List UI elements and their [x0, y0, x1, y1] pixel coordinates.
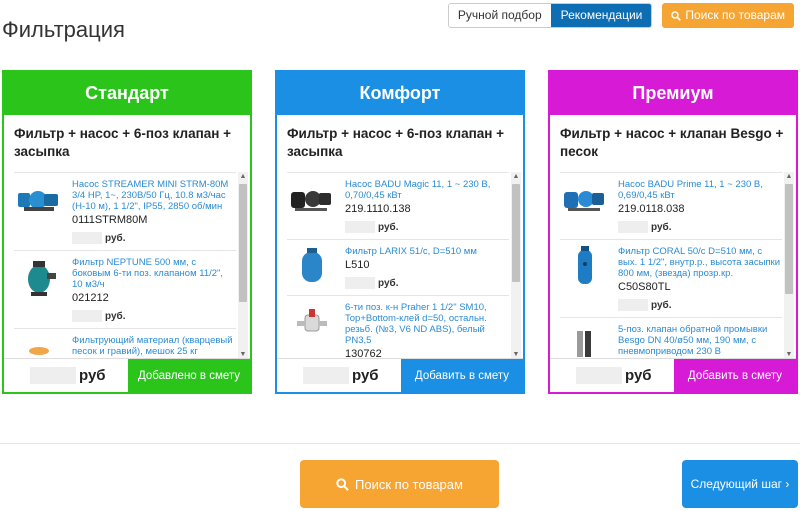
- item-name-link[interactable]: Насос STREAMER MINI STRM-80M 3/4 HP, 1~,…: [72, 179, 236, 212]
- items-scrollbar[interactable]: ▲ ▼: [238, 172, 248, 360]
- list-item: Фильтр NEPTUNE 500 мм, с боковым 6-ти по…: [14, 250, 236, 328]
- package-card-premium: Премиум Фильтр + насос + клапан Besgo + …: [548, 70, 798, 394]
- price-placeholder: [72, 310, 102, 322]
- item-name-link[interactable]: Фильтр NEPTUNE 500 мм, с боковым 6-ти по…: [72, 257, 236, 290]
- price-placeholder: [72, 232, 102, 244]
- item-code: 0111STRM80M: [72, 214, 148, 226]
- item-name-link[interactable]: 5-поз. клапан обратной промывки Besgo DN…: [618, 324, 782, 357]
- item-code: C50S80TL: [618, 281, 671, 293]
- card-subtitle: Фильтр + насос + 6-поз клапан + засыпка: [14, 126, 232, 159]
- item-code: 219.1110.138: [345, 203, 411, 215]
- price-unit: руб.: [651, 299, 672, 311]
- card-footer: руб Добавлено в смету: [4, 358, 250, 392]
- card-items-list[interactable]: Насос BADU Magic 11, 1 ~ 230 В, 0,70/0,4…: [277, 172, 523, 360]
- search-products-bottom-button[interactable]: Поиск по товарам: [300, 460, 499, 508]
- price-placeholder: [618, 221, 648, 233]
- scroll-up-arrow[interactable]: ▲: [511, 172, 521, 182]
- manual-selection-button[interactable]: Ручной подбор: [448, 4, 551, 27]
- mode-toggle: Ручной подбор Рекомендации: [447, 3, 653, 28]
- search-products-bottom-label: Поиск по товарам: [355, 476, 463, 492]
- list-item: Насос BADU Magic 11, 1 ~ 230 В, 0,70/0,4…: [287, 172, 509, 239]
- filter-image: [560, 246, 610, 286]
- next-step-button[interactable]: Следующий шаг ›: [682, 460, 798, 508]
- add-to-estimate-button[interactable]: Добавить в смету: [401, 359, 523, 392]
- scroll-thumb[interactable]: [512, 184, 520, 282]
- item-name-link[interactable]: Фильтр CORAL 50/с D=510 мм, с вых. 1 1/2…: [618, 246, 782, 279]
- price-placeholder: [345, 221, 375, 233]
- added-to-estimate-button[interactable]: Добавлено в смету: [128, 359, 250, 392]
- top-controls: Ручной подбор Рекомендации Поиск по това…: [447, 3, 794, 28]
- card-footer: руб Добавить в смету: [550, 358, 796, 392]
- pump-image: [287, 179, 337, 219]
- divider: [0, 443, 800, 444]
- scroll-up-arrow[interactable]: ▲: [238, 172, 248, 182]
- price-unit: руб.: [105, 310, 126, 322]
- total-unit: руб: [625, 367, 652, 384]
- price-unit: руб.: [651, 221, 672, 233]
- items-scrollbar[interactable]: ▲ ▼: [784, 172, 794, 360]
- filter-image: [14, 257, 64, 297]
- scroll-thumb[interactable]: [239, 184, 247, 302]
- recommendations-button[interactable]: Рекомендации: [550, 4, 652, 27]
- price-placeholder: [345, 277, 375, 289]
- valve-image: [287, 302, 337, 342]
- item-code: L510: [345, 259, 370, 271]
- list-item: Фильтр CORAL 50/с D=510 мм, с вых. 1 1/2…: [560, 239, 782, 317]
- card-items-list[interactable]: Насос BADU Prime 11, 1 ~ 230 В, 0,69/0,4…: [550, 172, 796, 360]
- item-name-link[interactable]: Насос BADU Magic 11, 1 ~ 230 В, 0,70/0,4…: [345, 179, 509, 201]
- total-placeholder: [303, 367, 349, 384]
- sand-image: [14, 335, 64, 360]
- card-subtitle: Фильтр + насос + 6-поз клапан + засыпка: [287, 126, 505, 159]
- items-scrollbar[interactable]: ▲ ▼: [511, 172, 521, 360]
- package-card-standard: Стандарт Фильтр + насос + 6-поз клапан +…: [2, 70, 252, 394]
- list-item: Фильтр LARIX 51/с, D=510 мм L510 руб.: [287, 239, 509, 295]
- card-subtitle: Фильтр + насос + клапан Besgo + песок: [560, 126, 784, 159]
- item-code: 021212: [72, 292, 109, 304]
- search-products-top-button[interactable]: Поиск по товарам: [662, 3, 794, 28]
- list-item: Насос STREAMER MINI STRM-80M 3/4 HP, 1~,…: [14, 172, 236, 250]
- list-item: 6-ти поз. к-н Praher 1 1/2" SM10, Top+Bo…: [287, 295, 509, 360]
- item-name-link[interactable]: 6-ти поз. к-н Praher 1 1/2" SM10, Top+Bo…: [345, 302, 509, 346]
- item-name-link[interactable]: Фильтр LARIX 51/с, D=510 мм: [345, 246, 509, 257]
- scroll-thumb[interactable]: [785, 184, 793, 294]
- card-title: Премиум: [550, 72, 796, 115]
- price-unit: руб.: [378, 221, 399, 233]
- pump-image: [14, 179, 64, 219]
- add-to-estimate-button[interactable]: Добавить в смету: [674, 359, 796, 392]
- search-products-top-label: Поиск по товарам: [685, 8, 785, 22]
- valve-image: [560, 324, 610, 360]
- total-price: руб: [277, 359, 401, 392]
- total-placeholder: [576, 367, 622, 384]
- list-item: 5-поз. клапан обратной промывки Besgo DN…: [560, 317, 782, 360]
- card-title: Стандарт: [4, 72, 250, 115]
- search-icon: [671, 10, 682, 21]
- total-unit: руб: [352, 367, 379, 384]
- page-title: Фильтрация: [2, 17, 125, 42]
- price-unit: руб.: [378, 277, 399, 289]
- price-placeholder: [618, 299, 648, 311]
- filter-image: [287, 246, 337, 286]
- total-placeholder: [30, 367, 76, 384]
- item-name-link[interactable]: Насос BADU Prime 11, 1 ~ 230 В, 0,69/0,4…: [618, 179, 782, 201]
- total-price: руб: [550, 359, 674, 392]
- card-footer: руб Добавить в смету: [277, 358, 523, 392]
- list-item: Насос BADU Prime 11, 1 ~ 230 В, 0,69/0,4…: [560, 172, 782, 239]
- total-unit: руб: [79, 367, 106, 384]
- list-item: Фильтрующий материал (кварцевый песок и …: [14, 328, 236, 360]
- scroll-up-arrow[interactable]: ▲: [784, 172, 794, 182]
- total-price: руб: [4, 359, 128, 392]
- card-title: Комфорт: [277, 72, 523, 115]
- search-icon: [336, 477, 349, 491]
- pump-image: [560, 179, 610, 219]
- card-items-list[interactable]: Насос STREAMER MINI STRM-80M 3/4 HP, 1~,…: [4, 172, 250, 360]
- package-card-comfort: Комфорт Фильтр + насос + 6-поз клапан + …: [275, 70, 525, 394]
- item-name-link[interactable]: Фильтрующий материал (кварцевый песок и …: [72, 335, 236, 357]
- price-unit: руб.: [105, 232, 126, 244]
- item-code: 219.0118.038: [618, 203, 685, 215]
